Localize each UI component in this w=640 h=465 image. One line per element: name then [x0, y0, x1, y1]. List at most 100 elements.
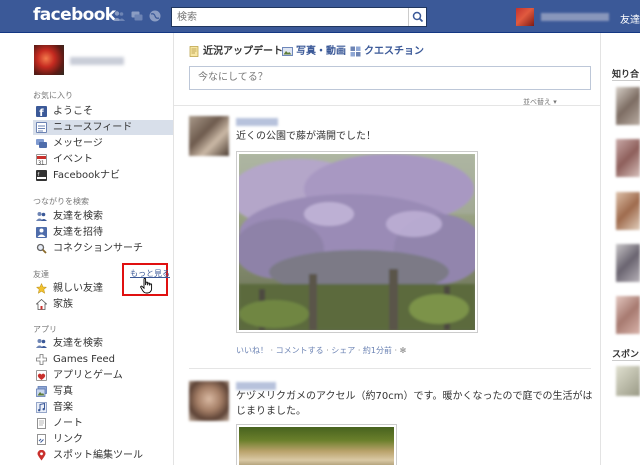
story-message: 近くの公園で藤が満開でした！ [236, 131, 376, 142]
friends-icon [36, 211, 47, 222]
sidebar-item-label: スポット編集ツール [53, 450, 143, 461]
facebook-logo[interactable]: facebook [33, 5, 116, 25]
sidebar-item-label: アプリとゲーム [53, 370, 123, 381]
search-icon [36, 243, 47, 254]
sidebar-item-label: イベント [53, 154, 93, 165]
story-photo-wisteria[interactable] [236, 151, 478, 333]
share-link[interactable]: シェア [331, 346, 355, 355]
story-message: ケヅメリクガメのアクセル（約70cm）です。暖かくなったので庭での生活がはじまり… [236, 391, 593, 417]
messages-icon[interactable] [131, 10, 143, 22]
tab-status-label: 近況アップデート [203, 46, 283, 57]
search-box [171, 7, 427, 27]
svg-text:31: 31 [38, 161, 44, 166]
sidebar-item-welcome[interactable]: f ようこそ [33, 104, 173, 119]
sidebar-item-label: リンク [53, 434, 83, 445]
question-icon [350, 46, 361, 57]
story-photo-tortoise[interactable] [236, 424, 397, 465]
favorites-section-title: お気に入り [33, 91, 73, 100]
games-icon [36, 354, 47, 365]
separator: · [355, 346, 363, 355]
places-icon [36, 449, 47, 461]
facebook-icon: f [36, 106, 47, 119]
sidebar-item-label: Games Feed [53, 354, 116, 365]
privacy-icon: ✻ [399, 346, 407, 355]
sidebar-item-apps-find-friends[interactable]: 友達を検索 [33, 336, 173, 351]
svg-text:f: f [38, 172, 40, 178]
divider [612, 80, 640, 81]
suggested-friend-photo[interactable] [616, 139, 640, 177]
home-icon [35, 298, 48, 310]
sidebar-item-links[interactable]: リンク [33, 432, 173, 447]
story-author-name-redacted[interactable] [236, 118, 278, 126]
friends-section-title: 友達 [33, 270, 49, 279]
music-icon [36, 402, 47, 413]
status-input[interactable]: 今なにしてる？ [189, 66, 591, 90]
sidebar-item-apps-and-games[interactable]: アプリとゲーム [33, 368, 173, 383]
sidebar-item-notes[interactable]: ノート [33, 416, 173, 431]
photo-icon [282, 46, 293, 57]
search-input[interactable] [172, 8, 408, 26]
tab-question-label: クエスチョン [364, 46, 424, 57]
separator: · [268, 346, 276, 355]
invite-icon [36, 227, 47, 238]
sidebar-item-games-feed[interactable]: Games Feed [33, 352, 173, 367]
search-button[interactable] [408, 8, 426, 26]
hand-cursor-icon [140, 278, 153, 294]
suggested-friend-photo[interactable] [616, 192, 640, 230]
links-icon [36, 434, 47, 445]
timestamp-link[interactable]: 約1分前 [363, 346, 392, 355]
tab-photo-label: 写真・動画 [296, 46, 346, 57]
story-divider [189, 368, 591, 369]
navi-icon: f [36, 170, 47, 181]
suggested-friend-photo[interactable] [616, 296, 640, 334]
comment-link[interactable]: コメントする [276, 346, 324, 355]
sidebar-item-photos[interactable]: 写真 [33, 384, 173, 399]
people-you-may-know-title: 知り合 [612, 70, 640, 80]
facebook-home-page: facebook 友達を お気に入り f ようこそ [0, 0, 640, 465]
left-sidebar: お気に入り f ようこそ ニュースフィード メッセージ 31 イベント f Fa… [0, 33, 174, 465]
story-author-avatar[interactable] [189, 116, 229, 156]
sidebar-item-connection-search[interactable]: コネクションサーチ [33, 241, 173, 256]
story-author-avatar[interactable] [189, 381, 229, 421]
highlighted-see-more-box: もっと見る [122, 263, 170, 296]
sidebar-item-label: ノート [53, 418, 83, 429]
events-icon: 31 [36, 154, 47, 167]
notes-icon [36, 418, 47, 429]
separator: · [392, 346, 400, 355]
sidebar-item-label: 友達を検索 [53, 211, 103, 222]
sidebar-item-events[interactable]: 31 イベント [33, 152, 173, 167]
sidebar-item-label: 家族 [53, 299, 73, 310]
find-friends-link[interactable]: 友達を [620, 11, 640, 26]
user-avatar[interactable] [516, 8, 534, 26]
sidebar-item-label: Facebookナビ [53, 170, 120, 181]
user-name-redacted[interactable] [541, 13, 609, 21]
profile-name-redacted[interactable] [70, 57, 124, 65]
svg-text:f: f [39, 108, 44, 117]
top-navigation-bar: facebook 友達を [0, 0, 640, 33]
suggested-friend-photo[interactable] [616, 244, 640, 282]
sidebar-item-label: 友達を検索 [53, 338, 103, 349]
sidebar-item-label: メッセージ [53, 138, 103, 149]
status-pencil-icon [189, 46, 200, 57]
sidebar-item-label: 音楽 [53, 402, 73, 413]
friend-requests-icon[interactable] [113, 10, 125, 22]
sidebar-item-invite-friends[interactable]: 友達を招待 [33, 225, 173, 240]
sidebar-item-places-editor[interactable]: スポット編集ツール [33, 448, 173, 463]
sponsored-title: スポン [612, 350, 640, 360]
sponsored-ad-image[interactable] [616, 366, 640, 396]
like-link[interactable]: いいね！ [236, 346, 268, 355]
profile-picture[interactable] [34, 45, 64, 75]
search-icon [412, 11, 424, 23]
sidebar-item-label: 友達を招待 [53, 227, 103, 238]
sidebar-item-find-friends[interactable]: 友達を検索 [33, 209, 173, 224]
sidebar-item-navi[interactable]: f Facebookナビ [33, 168, 173, 183]
apps-section-title: アプリ [33, 325, 57, 334]
notifications-globe-icon[interactable] [149, 10, 161, 22]
suggested-friend-photo[interactable] [616, 87, 640, 125]
sidebar-item-messages[interactable]: メッセージ [33, 136, 173, 151]
sidebar-item-newsfeed[interactable]: ニュースフィード [33, 120, 173, 135]
newsfeed-icon [36, 122, 47, 133]
sidebar-item-family[interactable]: 家族 [33, 297, 173, 312]
sidebar-item-music[interactable]: 音楽 [33, 400, 173, 415]
sidebar-item-label: ようこそ [53, 106, 93, 117]
